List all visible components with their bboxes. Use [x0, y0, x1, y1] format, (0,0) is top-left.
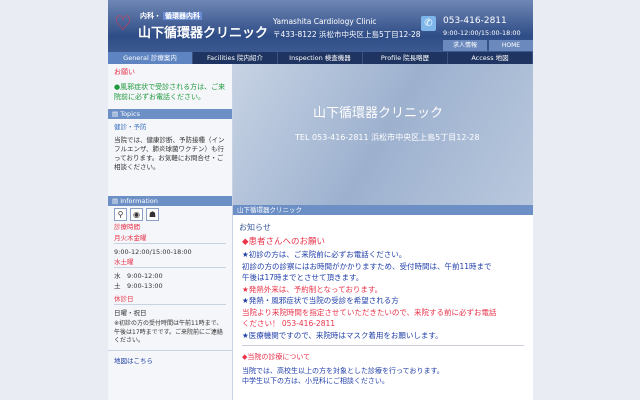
info-title: Information: [120, 197, 158, 205]
notice-line: ★発熱・風邪症状で当院の受診を希望される方: [242, 296, 399, 305]
map-link[interactable]: 地図はこちら: [108, 351, 232, 366]
hero-title: 山下循環器クリニック: [313, 106, 444, 121]
hours-note: ※初診の方の受付時間は午前11時まで、午後は17時までです。ご来院前にご連絡くだ…: [114, 320, 223, 344]
notice-line: ★発熱外来は、予約制となっております。: [242, 284, 383, 294]
about-link[interactable]: 高校生以上の方を対象とした診療: [277, 367, 382, 375]
wedsat-label: 水土曜: [114, 258, 134, 266]
notice-text: ●風邪症状で受診される方は、ご来院前に必ずお電話ください。: [114, 83, 226, 101]
notice-line: 当院より来院時間を指定させていただきたいので、来院する前に必ずお電話: [242, 307, 497, 317]
header: ♡ 内科・ 循環器内科 山下循環器クリニック Yamashita Cardiolo…: [108, 0, 533, 52]
info-icons: ⚲ ◉ ☗: [108, 206, 232, 223]
recruit-link[interactable]: 求人情報: [443, 40, 487, 51]
notice-title: お願い: [114, 68, 135, 76]
about-pre: 当院では、: [242, 366, 277, 375]
weekday-label: 月火木金曜: [114, 234, 147, 242]
subtitle-a: 内科・: [140, 12, 161, 20]
clinic-name[interactable]: 山下循環器クリニック: [138, 22, 268, 41]
heart-logo-icon: ♡: [114, 11, 132, 35]
badge-icon[interactable]: ◉: [130, 208, 143, 221]
subtitle-b: 循環器内科: [163, 12, 202, 20]
topics-bar: ▤ Topics: [108, 109, 232, 119]
hero-image: 山下循環器クリニック TEL 053-416-2811 浜松市中央区上島5丁目1…: [233, 64, 533, 205]
nav-access[interactable]: Access 地図: [448, 52, 533, 64]
english-name: Yamashita Cardiology Clinic: [273, 17, 377, 26]
main-content: 山下循環器クリニック お知らせ ◆患者さんへのお願い ★初診の方は、ご来院前に必…: [233, 205, 533, 400]
notice-lines: ★初診の方は、ご来院前に必ずお電話ください。初診の方の診察にはお時間がかかります…: [233, 249, 533, 341]
topic-text: 当院では、健康診断、予防接種（インフルエンザ、肺炎球菌ワクチン）も行っております…: [114, 136, 225, 171]
notice-line: 初診の方の診察にはお時間がかかりますため、受付時間は、午前11時まで: [242, 261, 492, 271]
section-title: お知らせ: [239, 223, 271, 232]
hours: 9:00-12:00/15:00-18:00: [443, 29, 521, 37]
nav-inspection[interactable]: Inspection 検査機器: [278, 52, 363, 64]
notice-line: ★医療機関ですので、来院時はマスク着用をお願いします。: [242, 330, 443, 340]
notice-heading: ◆患者さんへのお願い: [242, 237, 326, 247]
about-heading: ◆当院の診療について: [242, 353, 311, 361]
topic-heading: 健診・予防: [114, 123, 147, 131]
closed-label: 休診日: [114, 295, 134, 303]
page: ♡ 内科・ 循環器内科 山下循環器クリニック Yamashita Cardiolo…: [108, 0, 533, 400]
subtitle: 内科・ 循環器内科: [138, 11, 202, 21]
home-link[interactable]: HOME: [489, 40, 533, 51]
doctor-icon[interactable]: ☗: [146, 208, 159, 221]
sat-hours: 土 9:00-13:00: [114, 282, 163, 290]
closed-days: 日曜・祝日: [114, 309, 147, 317]
phone-number: 053-416-2811: [443, 16, 507, 26]
weekday-hours: 9:00-12:00/15:00-18:00: [114, 248, 192, 256]
main-bar: 山下循環器クリニック: [233, 205, 533, 215]
sidebar: お願い ●風邪症状で受診される方は、ご来院前に必ずお電話ください。 ▤ Topi…: [108, 64, 233, 400]
hero-tel: TEL 053-416-2811 浜松市中央区上島5丁目12-28: [295, 133, 480, 142]
about-post: を行っております。: [382, 366, 444, 375]
address: 〒433-8122 浜松市中央区上島5丁目12-28: [273, 30, 421, 39]
about-line2: 中学生以下の方は、小児科にご相談ください。: [242, 377, 389, 385]
notice-line: 午後は17時までとさせて頂きます。: [242, 273, 364, 282]
notice-line: ★初診の方は、ご来院前に必ずお電話ください。: [242, 250, 407, 259]
nav-profile[interactable]: Profile 院長略歴: [363, 52, 448, 64]
drip-icon[interactable]: ⚲: [114, 208, 127, 221]
phone-icon: ✆: [421, 16, 436, 31]
wed-hours: 水 9:00-12:00: [114, 272, 163, 280]
topics-title: Topics: [120, 110, 140, 118]
nav-general[interactable]: General 診療案内: [108, 52, 193, 64]
hours-title: 診療時間: [114, 223, 140, 231]
info-bar: ▤ Information: [108, 196, 232, 206]
nav-facilities[interactable]: Facilities 院内紹介: [193, 52, 278, 64]
main-nav: General 診療案内 Facilities 院内紹介 Inspection …: [108, 52, 533, 64]
notice-line: ください！ 053-416-2811: [242, 319, 336, 328]
